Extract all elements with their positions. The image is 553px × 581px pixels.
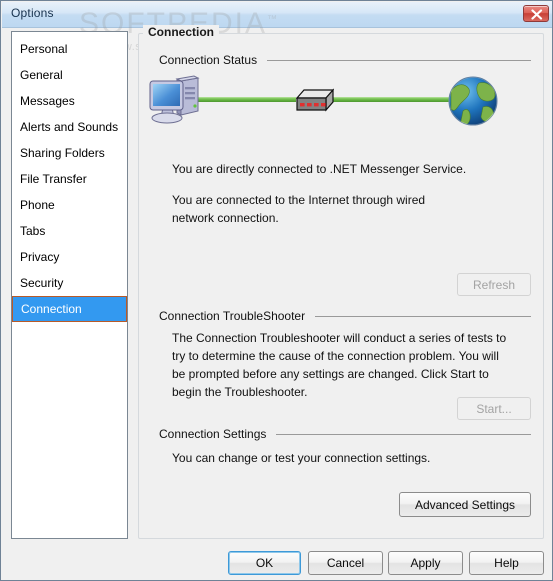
start-button[interactable]: Start...: [457, 397, 531, 420]
section-connection-troubleshooter: Connection TroubleShooter: [159, 309, 531, 323]
router-led: [307, 103, 312, 107]
link-line-right: [332, 97, 449, 102]
sidebar-item-privacy[interactable]: Privacy: [12, 244, 127, 270]
section-label-connection-settings: Connection Settings: [159, 427, 267, 441]
sidebar-item-file-transfer[interactable]: File Transfer: [12, 166, 127, 192]
close-glyph: [531, 9, 543, 20]
sidebar-item-messages[interactable]: Messages: [12, 88, 127, 114]
troubleshooter-body: The Connection Troubleshooter will condu…: [172, 331, 507, 399]
router-led: [300, 103, 305, 107]
apply-button[interactable]: Apply: [388, 551, 463, 575]
window-title: Options: [11, 6, 54, 20]
section-connection-status: Connection Status: [159, 53, 531, 67]
close-icon[interactable]: [523, 5, 549, 22]
sidebar-item-general[interactable]: General: [12, 62, 127, 88]
section-label-connection-status: Connection Status: [159, 53, 258, 67]
ok-button[interactable]: OK: [228, 551, 301, 575]
section-connection-settings: Connection Settings: [159, 427, 531, 441]
sidebar-item-phone[interactable]: Phone: [12, 192, 127, 218]
category-list[interactable]: Personal General Messages Alerts and Sou…: [11, 31, 128, 539]
sidebar-item-sharing-folders[interactable]: Sharing Folders: [12, 140, 127, 166]
cancel-button[interactable]: Cancel: [308, 551, 383, 575]
computer-icon: [149, 75, 200, 124]
sidebar-item-alerts-and-sounds[interactable]: Alerts and Sounds: [12, 114, 127, 140]
sidebar-item-personal[interactable]: Personal: [12, 36, 127, 62]
globe-icon: [448, 76, 498, 126]
settings-body: You can change or test your connection s…: [172, 451, 431, 465]
title-bar: Options: [2, 2, 552, 28]
sidebar-item-connection[interactable]: Connection: [12, 296, 127, 322]
section-rule: [276, 433, 531, 435]
options-dialog-window: Options SOFTPEDIA™ www.softpedia.com Per…: [0, 0, 553, 581]
advanced-settings-button[interactable]: Advanced Settings: [399, 492, 531, 517]
section-rule: [315, 315, 531, 317]
refresh-button[interactable]: Refresh: [457, 273, 531, 296]
section-label-connection-troubleshooter: Connection TroubleShooter: [159, 309, 306, 323]
section-rule: [267, 59, 531, 61]
sidebar-item-security[interactable]: Security: [12, 270, 127, 296]
status-line-1: You are directly connected to .NET Messe…: [172, 162, 467, 176]
router-led: [314, 103, 319, 107]
status-line-2: You are connected to the Internet throug…: [172, 193, 426, 225]
help-button[interactable]: Help: [469, 551, 544, 575]
sidebar-item-tabs[interactable]: Tabs: [12, 218, 127, 244]
connection-diagram: [146, 69, 536, 131]
group-box-title: Connection: [143, 25, 219, 39]
router-icon: [296, 88, 334, 112]
router-led: [321, 103, 326, 107]
